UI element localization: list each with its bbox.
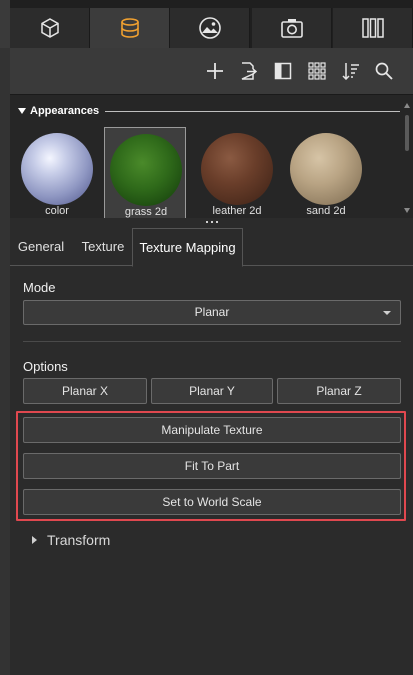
left-edge [0,0,10,48]
transform-section-label[interactable]: Transform [47,532,110,548]
sand-sphere [290,133,362,205]
landscape-icon [198,17,221,39]
tab-bodies[interactable] [10,8,90,48]
add-button[interactable] [204,60,226,82]
planar-y-button[interactable]: Planar Y [151,378,273,404]
tab-general[interactable]: General [10,228,72,266]
tab-texture-mapping[interactable]: Texture Mapping [132,228,243,267]
mode-dropdown[interactable]: Planar [23,300,401,325]
grid-icon [308,62,326,80]
planar-z-button[interactable]: Planar Z [277,378,401,404]
appearances-title: Appearances [30,105,100,117]
camera-icon [280,19,303,38]
scroll-thumb[interactable] [405,115,409,151]
header-rule [105,110,400,112]
swatch-label: color [45,205,69,217]
search-button[interactable] [373,60,395,82]
export-button[interactable] [237,60,259,82]
expand-triangle-icon[interactable] [32,536,37,544]
cylinder-icon [120,18,139,38]
cube-icon [40,18,59,38]
options-label: Options [23,359,68,374]
appearance-swatch-color[interactable]: color [16,127,98,219]
panel-splitter[interactable] [10,218,413,226]
section-divider [23,341,401,342]
tab-render[interactable] [252,8,332,48]
leather-sphere [201,133,273,205]
fit-to-part-button[interactable]: Fit To Part [23,453,401,479]
appearances-header[interactable]: Appearances [10,103,400,119]
appearances-scrollbar[interactable] [401,95,413,221]
swatch-label: leather 2d [212,205,262,217]
swatch-label: sand 2d [306,205,346,217]
swatch-label: grass 2d [124,206,168,218]
export-icon [241,62,257,80]
sort-button[interactable] [340,60,362,82]
chevron-down-icon [383,311,391,315]
sort-icon [342,63,359,80]
tab-environment[interactable] [170,8,250,48]
grid-view-button[interactable] [306,60,328,82]
grass-sphere [110,134,182,206]
collapse-triangle-icon[interactable] [18,108,26,114]
category-tab-bar [0,0,413,48]
appearance-swatch-grass[interactable]: grass 2d [104,127,186,219]
planar-x-button[interactable]: Planar X [23,378,147,404]
appearance-swatch-leather[interactable]: leather 2d [196,127,278,219]
scroll-up-icon[interactable] [404,103,410,108]
scroll-down-icon[interactable] [404,208,410,213]
toolbar [10,48,413,94]
color-sphere [21,133,93,205]
appearance-swatch-sand[interactable]: sand 2d [285,127,367,219]
set-world-scale-button[interactable]: Set to World Scale [23,489,401,515]
panel-icon [274,62,292,80]
tab-appearances[interactable] [90,8,170,48]
plus-icon [207,63,223,79]
left-strip [0,48,10,675]
tab-texture[interactable]: Texture [72,228,134,266]
mode-label: Mode [23,280,56,295]
mode-value: Planar [194,305,230,319]
property-tabs: General Texture Texture Mapping [10,228,413,267]
search-icon [375,62,393,80]
manipulate-texture-button[interactable]: Manipulate Texture [23,417,401,443]
books-icon [361,18,384,38]
panel-button[interactable] [272,60,294,82]
tab-library[interactable] [333,8,413,48]
appearances-panel: Appearances color grass 2d leather 2d sa… [10,94,413,221]
